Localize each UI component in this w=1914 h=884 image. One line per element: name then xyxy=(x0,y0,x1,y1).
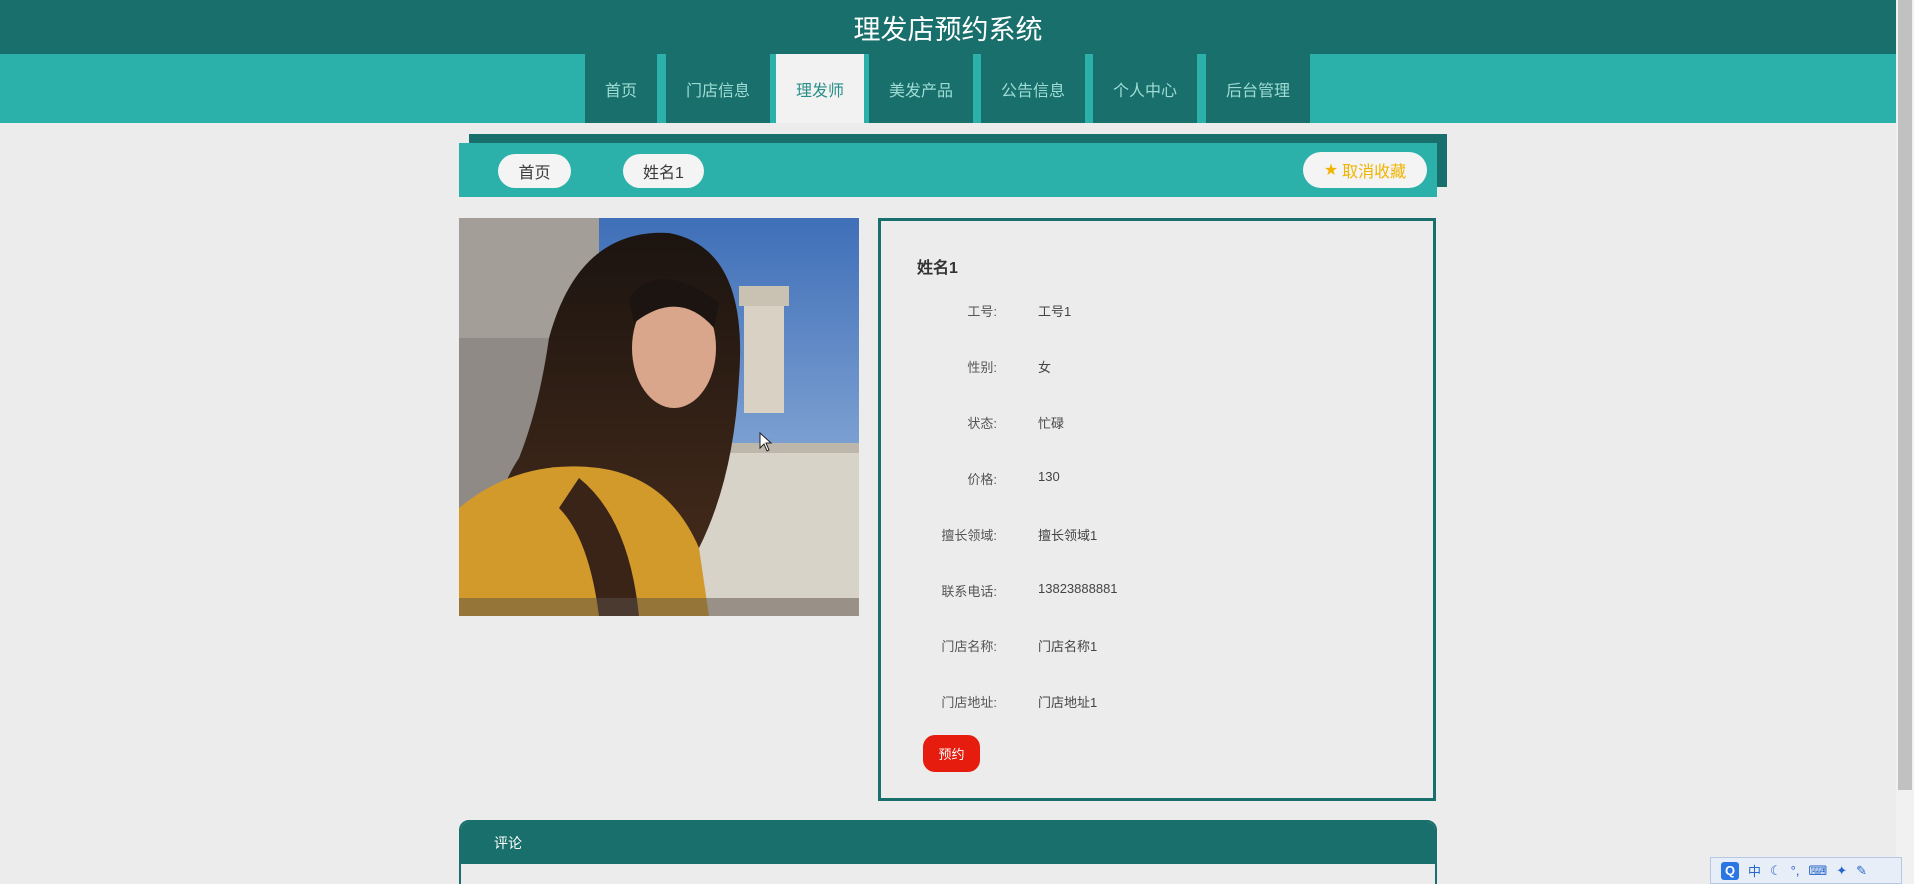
detail-value: 女 xyxy=(1038,360,1052,375)
barber-photo-image xyxy=(459,218,859,616)
scrollbar-thumb[interactable] xyxy=(1898,0,1912,790)
ime-mode[interactable]: 中 xyxy=(1748,861,1761,880)
unfavorite-label: 取消收藏 xyxy=(1342,164,1407,181)
detail-label: 联系电话: xyxy=(941,584,997,599)
nav-item-home[interactable]: 首页 xyxy=(585,54,657,123)
detail-label: 门店地址: xyxy=(941,695,997,710)
detail-value: 130 xyxy=(1038,469,1060,484)
detail-row-gender: 性别: 女 xyxy=(881,357,1433,377)
nav-item-store-info[interactable]: 门店信息 xyxy=(666,54,770,123)
unfavorite-button[interactable]: ★ 取消收藏 xyxy=(1303,152,1427,188)
barber-photo xyxy=(459,218,859,616)
ime-toolbar[interactable]: Q 中 ☾ °, ⌨ ✦ ✎ xyxy=(1710,857,1902,884)
detail-label: 擅长领域: xyxy=(941,528,997,543)
nav-item-hair-products[interactable]: 美发产品 xyxy=(869,54,973,123)
detail-value: 忙碌 xyxy=(1038,416,1065,431)
breadcrumb: 首页 姓名1 ★ 取消收藏 xyxy=(459,143,1437,197)
detail-label: 状态: xyxy=(967,416,997,431)
detail-row-specialty: 擅长领域: 擅长领域1 xyxy=(881,525,1433,545)
comment-title: 评论 xyxy=(461,822,1435,864)
detail-row-store-address: 门店地址: 门店地址1 xyxy=(881,692,1433,712)
punctuation-icon[interactable]: °, xyxy=(1791,863,1800,878)
settings-icon[interactable]: ✦ xyxy=(1836,863,1847,879)
detail-row-phone: 联系电话: 13823888881 xyxy=(881,581,1433,601)
barber-detail-card: 姓名1 工号: 工号1 性别: 女 状态: 忙碌 价格: 130 擅长领域: 擅… xyxy=(878,218,1436,801)
detail-value: 门店名称1 xyxy=(1038,639,1098,654)
keyboard-icon[interactable]: ⌨ xyxy=(1808,863,1827,879)
detail-label: 门店名称: xyxy=(941,639,997,654)
nav-item-announcements[interactable]: 公告信息 xyxy=(981,54,1085,123)
detail-label: 性别: xyxy=(967,360,997,375)
barber-name: 姓名1 xyxy=(917,260,958,277)
nav-item-admin[interactable]: 后台管理 xyxy=(1206,54,1310,123)
main-nav: 首页 门店信息 理发师 美发产品 公告信息 个人中心 后台管理 xyxy=(0,54,1896,123)
detail-label: 工号: xyxy=(967,304,997,319)
detail-value: 门店地址1 xyxy=(1038,695,1098,710)
app-title: 理发店预约系统 xyxy=(0,0,1896,54)
detail-value: 擅长领域1 xyxy=(1038,528,1098,543)
breadcrumb-home[interactable]: 首页 xyxy=(498,154,571,188)
comment-panel: 评论 xyxy=(459,820,1437,884)
nav-item-barber[interactable]: 理发师 xyxy=(776,54,864,123)
tools-icon[interactable]: ✎ xyxy=(1856,863,1867,879)
detail-row-staff-id: 工号: 工号1 xyxy=(881,301,1433,321)
moon-icon[interactable]: ☾ xyxy=(1770,863,1782,879)
detail-value: 13823888881 xyxy=(1038,581,1118,596)
detail-value: 工号1 xyxy=(1038,304,1072,319)
detail-row-status: 状态: 忙碌 xyxy=(881,413,1433,433)
detail-row-store-name: 门店名称: 门店名称1 xyxy=(881,636,1433,656)
book-button[interactable]: 预约 xyxy=(923,735,980,772)
detail-label: 价格: xyxy=(967,472,997,487)
star-icon: ★ xyxy=(1323,162,1339,179)
mouse-cursor-icon xyxy=(759,432,773,452)
ime-logo-icon: Q xyxy=(1721,861,1739,880)
detail-row-price: 价格: 130 xyxy=(881,469,1433,489)
nav-item-profile[interactable]: 个人中心 xyxy=(1093,54,1197,123)
breadcrumb-current[interactable]: 姓名1 xyxy=(623,154,704,188)
